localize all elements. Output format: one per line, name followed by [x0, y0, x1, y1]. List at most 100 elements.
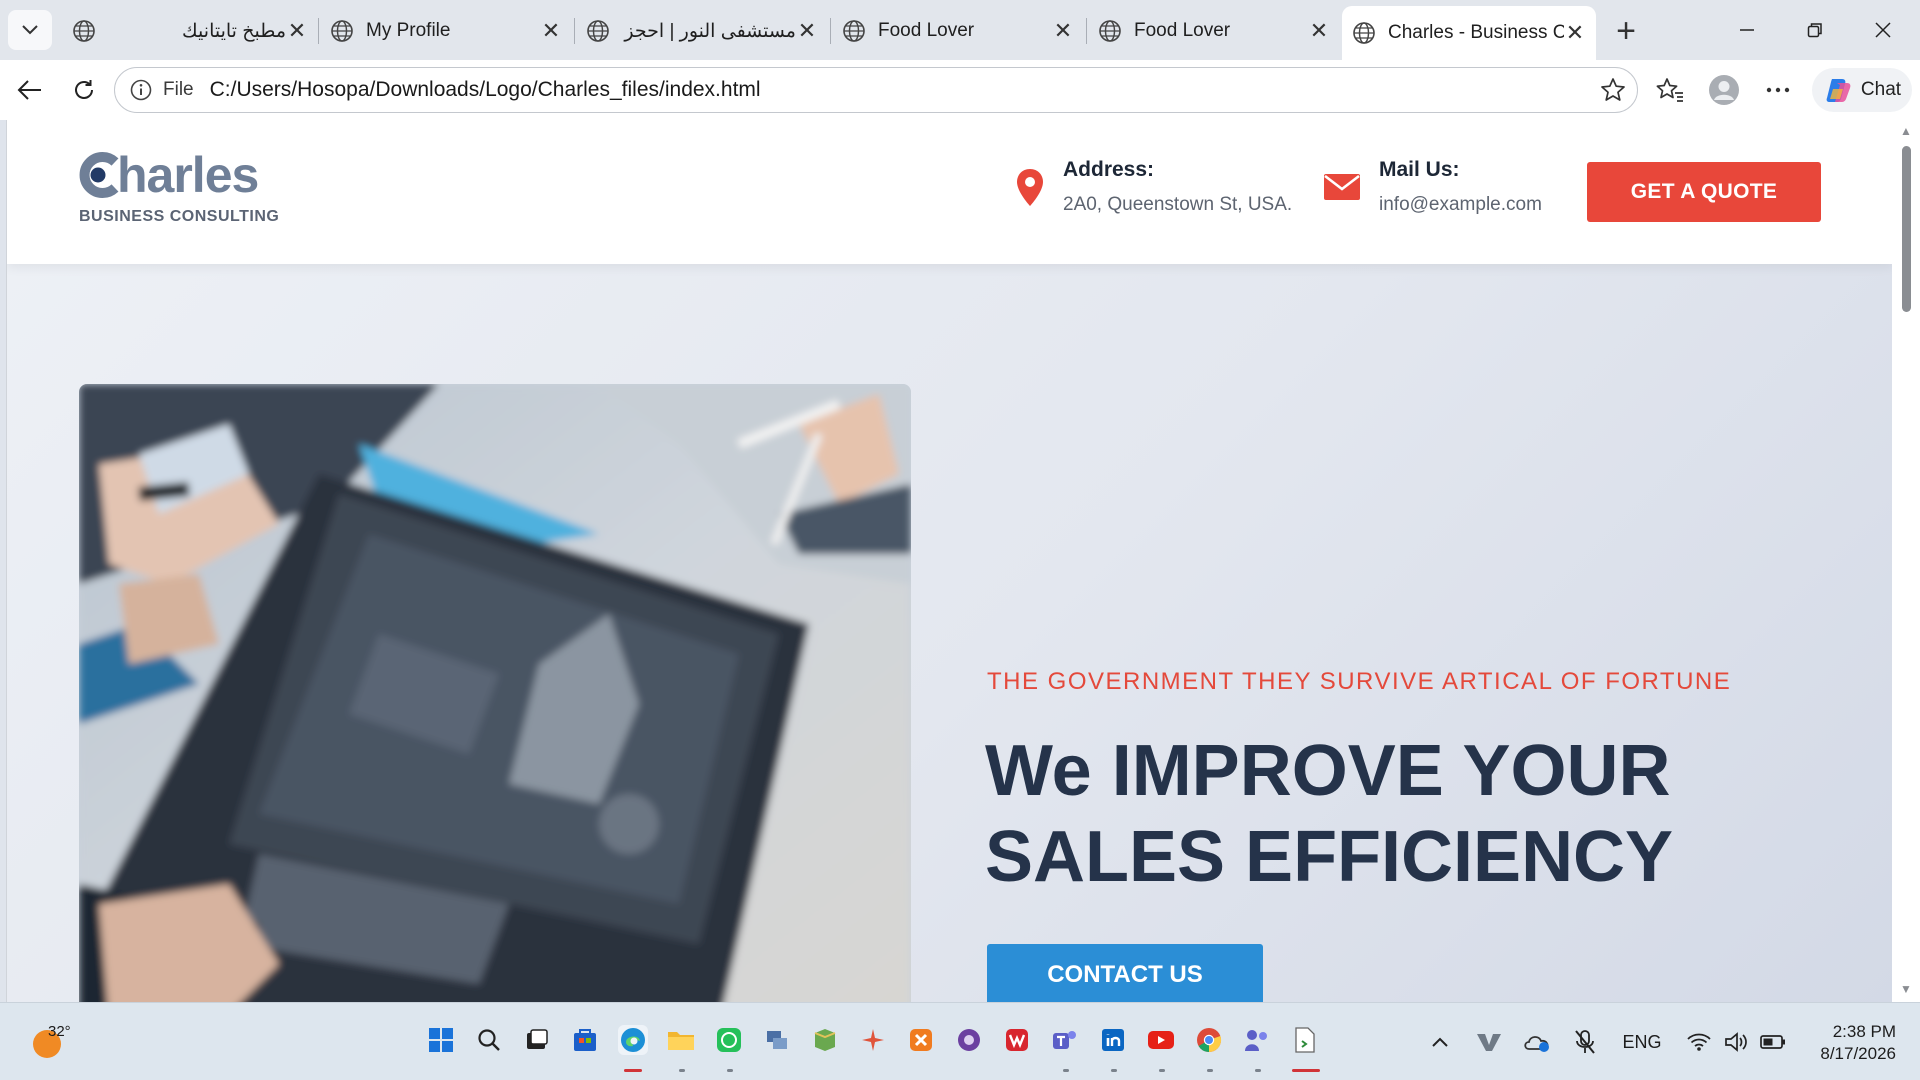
site-logo[interactable]: harles BUSINESS CONSULTING: [79, 146, 299, 236]
close-icon[interactable]: ✕: [540, 18, 562, 44]
copilot-chat-button[interactable]: Chat: [1812, 68, 1912, 112]
tab-alnoor-hospital[interactable]: مستشفى النور | احجز ك ✕: [576, 8, 828, 54]
tab-my-profile[interactable]: My Profile ✕: [320, 8, 572, 54]
start-button[interactable]: [426, 1025, 456, 1055]
star-icon[interactable]: [1599, 76, 1627, 104]
chrome-icon: [1197, 1028, 1222, 1053]
scroll-thumb[interactable]: [1902, 146, 1911, 312]
tab-divider: [830, 18, 831, 44]
info-icon[interactable]: [129, 78, 153, 102]
page-scrollbar[interactable]: ▲ ▼: [1892, 120, 1920, 1002]
running-indicator: [1159, 1069, 1165, 1072]
hero-title: We IMPROVE YOUR SALES EFFICIENCY: [985, 728, 1805, 900]
document-icon: [1295, 1027, 1315, 1053]
tab-strip: مطبخ تايتانيك ✕ My Profile ✕ مستشفى النو…: [0, 0, 1920, 60]
task-view-button[interactable]: [522, 1025, 552, 1055]
tab-food-lover-2[interactable]: Food Lover ✕: [1088, 8, 1340, 54]
spark-icon: [862, 1029, 884, 1051]
tray-microphone[interactable]: [1570, 1027, 1600, 1057]
pinned-app-green[interactable]: [810, 1025, 840, 1055]
taskbar-search-button[interactable]: [474, 1025, 504, 1055]
search-icon: [478, 1029, 500, 1051]
whatsapp-app[interactable]: [714, 1025, 744, 1055]
mail-value[interactable]: info@example.com: [1379, 194, 1542, 216]
youtube-icon: [1148, 1031, 1174, 1049]
url-text[interactable]: C:/Users/Hosopa/Downloads/Logo/Charles_f…: [210, 78, 761, 102]
globe-icon: [73, 20, 95, 42]
wifi-icon: [1687, 1033, 1711, 1051]
language-indicator[interactable]: ENG: [1620, 1027, 1664, 1057]
workspace-tab[interactable]: [62, 8, 152, 54]
tray-battery[interactable]: [1758, 1027, 1788, 1057]
hero-title-line-1: We IMPROVE YOUR: [985, 731, 1671, 811]
address-bar[interactable]: File C:/Users/Hosopa/Downloads/Logo/Char…: [114, 67, 1638, 113]
youtube-app[interactable]: [1146, 1025, 1176, 1055]
speaker-icon: [1725, 1032, 1747, 1052]
profile-button[interactable]: [1708, 74, 1740, 106]
minimize-button[interactable]: [1724, 12, 1770, 48]
restore-button[interactable]: [1792, 12, 1838, 48]
microsoft-store-app[interactable]: [570, 1025, 600, 1055]
tab-title: مطبخ تايتانيك: [182, 20, 286, 42]
show-hidden-icons-button[interactable]: [1428, 1027, 1452, 1057]
close-icon[interactable]: ✕: [1564, 20, 1586, 46]
tab-charles-business[interactable]: Charles - Business Co ✕: [1342, 6, 1596, 60]
edge-icon: [621, 1028, 645, 1052]
running-indicator: [1111, 1069, 1117, 1072]
contact-us-button[interactable]: CONTACT US: [987, 944, 1263, 1002]
tray-onedrive[interactable]: [1522, 1027, 1552, 1057]
tray-vs-code[interactable]: [1474, 1027, 1504, 1057]
settings-more-button[interactable]: [1762, 74, 1794, 106]
browser-toolbar: File C:/Users/Hosopa/Downloads/Logo/Char…: [0, 60, 1920, 120]
scroll-down-arrow-icon[interactable]: ▼: [1899, 982, 1913, 996]
tray-wifi[interactable]: [1684, 1027, 1714, 1057]
tab-food-lover-1[interactable]: Food Lover ✕: [832, 8, 1084, 54]
teams-icon: [1053, 1031, 1076, 1049]
edge-app[interactable]: [618, 1025, 648, 1055]
language-label: ENG: [1622, 1031, 1662, 1052]
tab-actions-menu-button[interactable]: [8, 10, 52, 50]
close-icon[interactable]: ✕: [1308, 18, 1330, 44]
pinned-app-purple[interactable]: [954, 1025, 984, 1055]
tab-title: My Profile: [366, 20, 451, 41]
close-window-button[interactable]: [1860, 12, 1906, 48]
url-scheme-label: File: [163, 79, 194, 100]
get-a-quote-button[interactable]: GET A QUOTE: [1587, 162, 1821, 222]
close-icon[interactable]: ✕: [286, 18, 308, 44]
system-clock[interactable]: 2:38 PM 8/17/2026: [1800, 1021, 1896, 1065]
linkedin-app[interactable]: [1098, 1025, 1128, 1055]
pinned-app-xampp[interactable]: [906, 1025, 936, 1055]
wps-office-app[interactable]: [1002, 1025, 1032, 1055]
file-explorer-app[interactable]: [666, 1025, 696, 1055]
favorites-button[interactable]: [1654, 74, 1686, 106]
remote-desktop-app[interactable]: [762, 1025, 792, 1055]
hero-image: [79, 384, 911, 1002]
teams-work-app[interactable]: [1242, 1025, 1272, 1055]
store-icon: [574, 1029, 596, 1051]
new-tab-button[interactable]: +: [1606, 12, 1646, 50]
scroll-up-arrow-icon[interactable]: ▲: [1899, 124, 1913, 138]
chrome-app[interactable]: [1194, 1025, 1224, 1055]
close-icon[interactable]: ✕: [1052, 18, 1074, 44]
arrow-left-icon: [17, 80, 41, 100]
close-icon[interactable]: ✕: [796, 18, 818, 44]
back-button[interactable]: [10, 70, 50, 110]
file-app[interactable]: [1290, 1025, 1320, 1055]
windows-logo-icon: [429, 1028, 453, 1052]
microphone-muted-icon: [1575, 1030, 1595, 1054]
globe-icon: [331, 20, 353, 42]
tray-volume[interactable]: [1722, 1027, 1752, 1057]
app-icon: [958, 1029, 980, 1051]
linkedin-icon: [1102, 1029, 1124, 1051]
globe-icon: [843, 20, 865, 42]
teams-app[interactable]: [1050, 1025, 1080, 1055]
close-icon: [1875, 22, 1891, 38]
edge-active-indicator: [624, 1069, 642, 1072]
envelope-icon: [1324, 174, 1360, 200]
chevron-down-icon: [22, 25, 38, 35]
tab-titanic-kitchen[interactable]: مطبخ تايتانيك ✕: [168, 8, 318, 54]
pinned-app-spark[interactable]: [858, 1025, 888, 1055]
refresh-button[interactable]: [64, 70, 104, 110]
clock-date: 8/17/2026: [1820, 1044, 1896, 1063]
more-horizontal-icon: [1766, 87, 1790, 93]
